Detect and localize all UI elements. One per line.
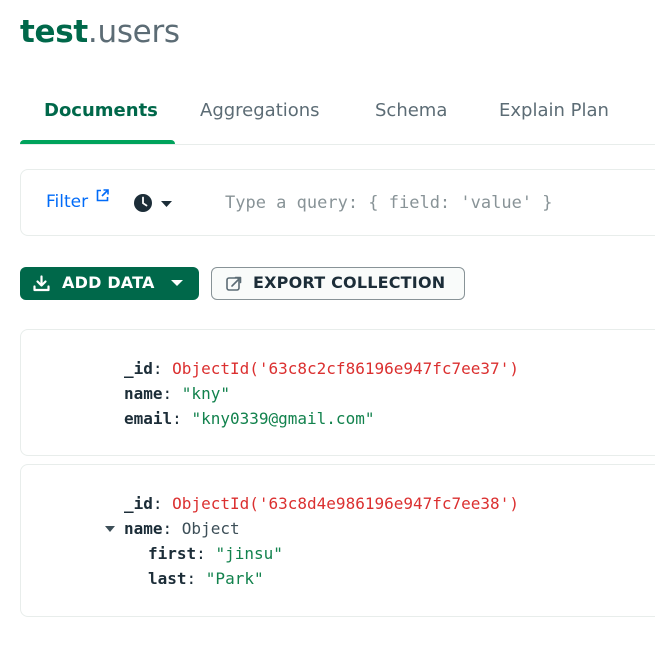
collection-tabs: Documents Aggregations Schema Explain Pl… <box>20 90 655 145</box>
field-key: name <box>124 384 163 403</box>
document-field-row: email: "kny0339@gmail.com" <box>124 409 375 428</box>
field-value: ObjectId('63c8c2cf86196e947fc7ee37') <box>172 359 519 378</box>
document-field-row: name: Object <box>124 519 240 538</box>
query-history-button[interactable] <box>132 192 178 214</box>
nested-field-row: last: "Park" <box>148 569 264 588</box>
document-field-row: name: "kny" <box>124 384 230 403</box>
export-collection-label: EXPORT COLLECTION <box>253 273 446 292</box>
field-key: _id <box>124 359 153 378</box>
field-type: Object <box>181 519 240 538</box>
field-key: first <box>148 544 197 563</box>
active-tab-indicator <box>20 140 175 144</box>
field-key: _id <box>124 494 153 513</box>
tab-aggregations[interactable]: Aggregations <box>200 100 320 121</box>
add-data-button[interactable]: ADD DATA <box>20 267 199 300</box>
tab-schema[interactable]: Schema <box>375 100 447 121</box>
field-key: name <box>124 519 163 538</box>
filter-label-link[interactable]: Filter <box>46 192 88 212</box>
add-data-label: ADD DATA <box>62 273 155 292</box>
download-icon <box>33 275 50 292</box>
query-input[interactable]: Type a query: { field: 'value' } <box>225 193 553 213</box>
tab-documents[interactable]: Documents <box>44 100 158 121</box>
field-value: "kny0339@gmail.com" <box>191 409 375 428</box>
document-card[interactable]: _id: ObjectId('63c8d4e986196e947fc7ee38'… <box>20 464 655 617</box>
field-value: ObjectId('63c8d4e986196e947fc7ee38') <box>172 494 519 513</box>
export-collection-button[interactable]: EXPORT COLLECTION <box>211 267 465 300</box>
field-key: email <box>124 409 173 428</box>
external-link-icon[interactable] <box>96 189 109 202</box>
chevron-down-icon <box>171 280 183 286</box>
filter-bar: Filter Type a query: { field: 'value' } <box>20 169 655 236</box>
document-field-row: _id: ObjectId('63c8c2cf86196e947fc7ee37'… <box>124 359 519 378</box>
caret-down-icon <box>161 201 172 207</box>
field-value: "kny" <box>181 384 230 403</box>
export-icon <box>226 276 242 291</box>
field-value: "Park" <box>205 569 264 588</box>
expand-toggle-icon[interactable] <box>105 526 115 532</box>
database-name: test <box>20 14 88 50</box>
field-key: last <box>148 569 187 588</box>
document-field-row: _id: ObjectId('63c8d4e986196e947fc7ee38'… <box>124 494 519 513</box>
collection-name: users <box>97 14 180 50</box>
field-value: "jinsu" <box>215 544 283 563</box>
collection-title: test.users <box>20 14 180 50</box>
clock-icon <box>134 194 152 212</box>
tab-explain-plan[interactable]: Explain Plan <box>499 100 609 121</box>
nested-field-row: first: "jinsu" <box>148 544 283 563</box>
document-card[interactable]: _id: ObjectId('63c8c2cf86196e947fc7ee37'… <box>20 329 655 456</box>
